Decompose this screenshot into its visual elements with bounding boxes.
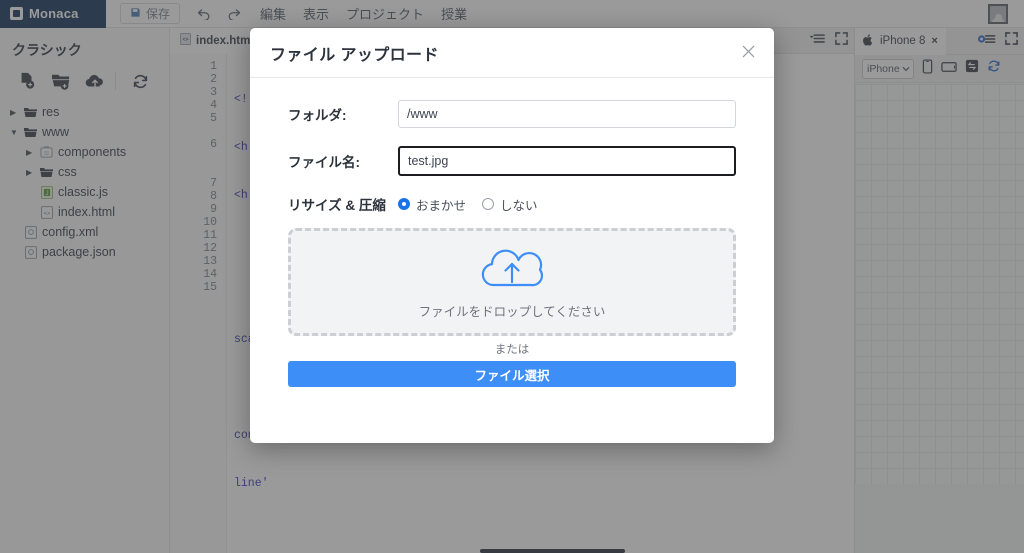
dialog-body: フォルダ: /www ファイル名: test.jpg リサイズ & 圧縮 おまか… bbox=[250, 78, 774, 443]
close-icon[interactable] bbox=[741, 44, 756, 62]
dialog-header: ファイル アップロード bbox=[250, 28, 774, 78]
cloud-upload-icon bbox=[476, 244, 548, 297]
choose-file-button[interactable]: ファイル選択 bbox=[288, 361, 736, 387]
resize-compress-row: リサイズ & 圧縮 おまかせ しない bbox=[288, 194, 736, 214]
filename-input[interactable]: test.jpg bbox=[398, 146, 736, 176]
radio-none-icon[interactable] bbox=[482, 198, 495, 210]
filename-field-row: ファイル名: test.jpg bbox=[288, 146, 736, 176]
resize-compress-label: リサイズ & 圧縮 bbox=[288, 198, 386, 213]
filename-label: ファイル名: bbox=[288, 155, 360, 170]
resize-option-auto-label: おまかせ bbox=[416, 198, 467, 213]
folder-field-row: フォルダ: /www bbox=[288, 100, 736, 128]
folder-input-value: /www bbox=[407, 107, 438, 121]
resize-option-none[interactable]: しない bbox=[482, 195, 538, 214]
radio-auto-icon[interactable] bbox=[398, 198, 410, 210]
monaca-ide-window: Monaca 保存 編集 表示 プロジェクト 授業 bbox=[0, 0, 1024, 553]
dropzone-text: ファイルをドロップしてください bbox=[418, 305, 606, 319]
dialog-title: ファイル アップロード bbox=[270, 46, 439, 64]
filename-input-value: test.jpg bbox=[408, 154, 449, 168]
resize-option-auto[interactable]: おまかせ bbox=[398, 195, 466, 214]
resize-option-none-label: しない bbox=[500, 198, 538, 213]
folder-label: フォルダ: bbox=[288, 108, 347, 123]
file-upload-dialog: ファイル アップロード フォルダ: /www ファイル名: test.jpg リ… bbox=[250, 28, 774, 443]
file-dropzone[interactable]: ファイルをドロップしてください bbox=[288, 228, 736, 336]
or-separator-text: または bbox=[494, 344, 530, 356]
folder-input[interactable]: /www bbox=[398, 100, 736, 128]
